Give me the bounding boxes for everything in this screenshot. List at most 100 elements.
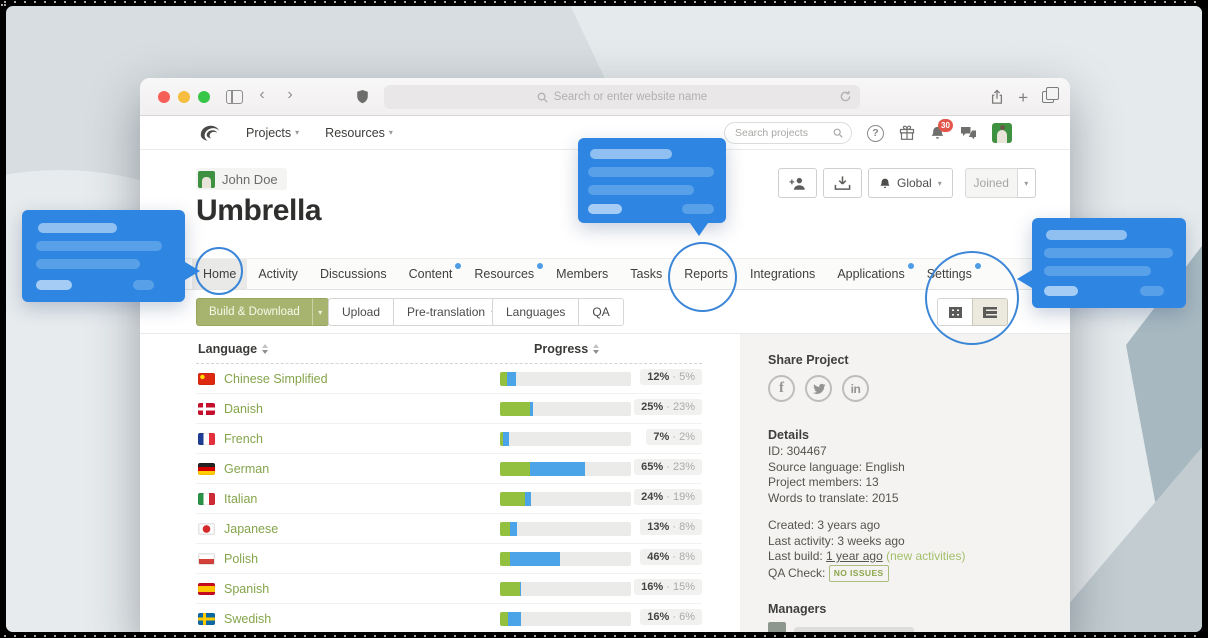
upload-button[interactable]: Upload <box>328 298 394 326</box>
skeleton-line <box>588 167 714 177</box>
chevron-down-icon: ▾ <box>938 179 942 188</box>
facebook-icon[interactable]: f <box>768 375 795 402</box>
language-row[interactable]: Japanese 13% · 8% <box>196 514 702 544</box>
qa-status-badge: NO ISSUES <box>829 565 889 583</box>
progress-column-header[interactable]: Progress <box>534 342 599 356</box>
invite-people-button[interactable] <box>778 168 817 198</box>
language-flag-icon <box>198 463 215 475</box>
joined-dropdown-caret[interactable]: ▾ <box>1018 168 1036 198</box>
language-flag-icon <box>198 493 215 505</box>
tab-overview-icon[interactable] <box>1042 91 1054 103</box>
sidebar-toggle-icon[interactable] <box>226 90 243 104</box>
progress-bar <box>500 462 631 476</box>
sort-icon <box>593 344 599 354</box>
url-bar[interactable]: Search or enter website name <box>384 85 860 109</box>
manager-avatar <box>768 622 786 632</box>
progress-percentages: 16% · 15% <box>634 579 702 595</box>
language-link[interactable]: Spanish <box>224 582 269 596</box>
language-flag-icon <box>198 403 215 415</box>
user-avatar[interactable] <box>992 123 1012 143</box>
translated-segment <box>520 582 521 596</box>
back-button[interactable]: ‹ <box>252 86 272 104</box>
language-link[interactable]: Danish <box>224 402 263 416</box>
translated-segment <box>510 552 560 566</box>
build-download-button[interactable]: Build & Download <box>196 298 312 326</box>
language-column-header[interactable]: Language <box>198 342 268 356</box>
tab-members[interactable]: Members <box>545 259 619 289</box>
language-row[interactable]: Chinese Simplified 12% · 5% <box>196 364 702 394</box>
detail-line: Words to translate: 2015 <box>768 491 1048 507</box>
tab-activity[interactable]: Activity <box>247 259 309 289</box>
details-title: Details <box>768 428 809 442</box>
skeleton-button <box>133 280 154 290</box>
manager-name-strip <box>794 627 914 632</box>
joined-button[interactable]: Joined <box>965 168 1018 198</box>
language-link[interactable]: Chinese Simplified <box>224 372 328 386</box>
skeleton-title <box>1046 230 1127 240</box>
crowdin-logo-icon[interactable] <box>198 123 220 143</box>
language-link[interactable]: German <box>224 462 269 476</box>
help-icon[interactable]: ? <box>867 125 884 142</box>
language-link[interactable]: Italian <box>224 492 257 506</box>
detail-line: ID: 304467 <box>768 444 1048 460</box>
language-link[interactable]: Swedish <box>224 612 271 626</box>
language-row[interactable]: Spanish 16% · 15% <box>196 574 702 604</box>
sort-icon <box>262 344 268 354</box>
translated-segment <box>503 432 510 446</box>
language-link[interactable]: Polish <box>224 552 258 566</box>
language-row[interactable]: Swedish 16% · 6% <box>196 604 702 632</box>
language-flag-icon <box>198 613 215 625</box>
approved-segment <box>500 522 510 536</box>
twitter-icon[interactable] <box>805 375 832 402</box>
highlight-ring-integrations <box>668 242 737 312</box>
projects-menu[interactable]: Projects▾ <box>246 126 299 140</box>
tab-resources[interactable]: Resources <box>463 259 545 289</box>
language-link[interactable]: French <box>224 432 263 446</box>
approved-segment <box>500 612 508 626</box>
build-dropdown-caret[interactable]: ▾ <box>312 298 329 326</box>
resources-menu[interactable]: Resources▾ <box>325 126 393 140</box>
progress-percentages: 25% · 23% <box>634 399 702 415</box>
languages-button[interactable]: Languages <box>492 298 579 326</box>
notifications-bell-icon[interactable]: 30 <box>930 125 945 141</box>
language-flag-icon <box>198 583 215 595</box>
reload-icon[interactable] <box>839 90 852 103</box>
gift-icon[interactable] <box>899 125 915 141</box>
scene: ‹ › Search or enter website name + <box>6 6 1202 632</box>
share-icon[interactable] <box>990 89 1004 105</box>
activity-list: Created: 3 years ago Last activity: 3 we… <box>768 518 1058 582</box>
zoom-window-button[interactable] <box>198 91 210 103</box>
highlight-ring-home <box>195 247 243 295</box>
last-build-link[interactable]: 1 year ago <box>826 549 883 563</box>
tab-tasks[interactable]: Tasks <box>619 259 673 289</box>
tab-applications[interactable]: Applications <box>826 259 915 289</box>
project-owner-chip[interactable]: John Doe <box>196 168 287 190</box>
progress-bar <box>500 552 631 566</box>
project-search-input[interactable]: Search projects <box>724 122 852 144</box>
tab-integrations[interactable]: Integrations <box>739 259 826 289</box>
language-row[interactable]: French 7% · 2% <box>196 424 702 454</box>
progress-percentages: 16% · 6% <box>640 609 702 625</box>
language-row[interactable]: Italian 24% · 19% <box>196 484 702 514</box>
skeleton-button <box>36 280 72 290</box>
download-button[interactable] <box>823 168 862 198</box>
qa-button[interactable]: QA <box>578 298 623 326</box>
language-row[interactable]: Polish 46% · 8% <box>196 544 702 574</box>
new-tab-icon[interactable]: + <box>1018 89 1028 106</box>
global-language-dropdown[interactable]: Global ▾ <box>868 168 953 198</box>
language-row[interactable]: German 65% · 23% <box>196 454 702 484</box>
tab-content[interactable]: Content <box>398 259 464 289</box>
tab-discussions[interactable]: Discussions <box>309 259 398 289</box>
language-row[interactable]: Danish 25% · 23% <box>196 394 702 424</box>
language-link[interactable]: Japanese <box>224 522 278 536</box>
minimize-window-button[interactable] <box>178 91 190 103</box>
manager-row[interactable] <box>768 622 914 632</box>
skeleton-line <box>1044 266 1151 276</box>
forward-button[interactable]: › <box>280 86 300 104</box>
project-side-panel: Share Project f in Details ID: 304467Sou… <box>740 334 1070 632</box>
url-placeholder: Search or enter website name <box>554 91 707 103</box>
messages-icon[interactable] <box>960 126 977 141</box>
linkedin-icon[interactable]: in <box>842 375 869 402</box>
details-list: ID: 304467Source language: EnglishProjec… <box>768 444 1048 506</box>
close-window-button[interactable] <box>158 91 170 103</box>
